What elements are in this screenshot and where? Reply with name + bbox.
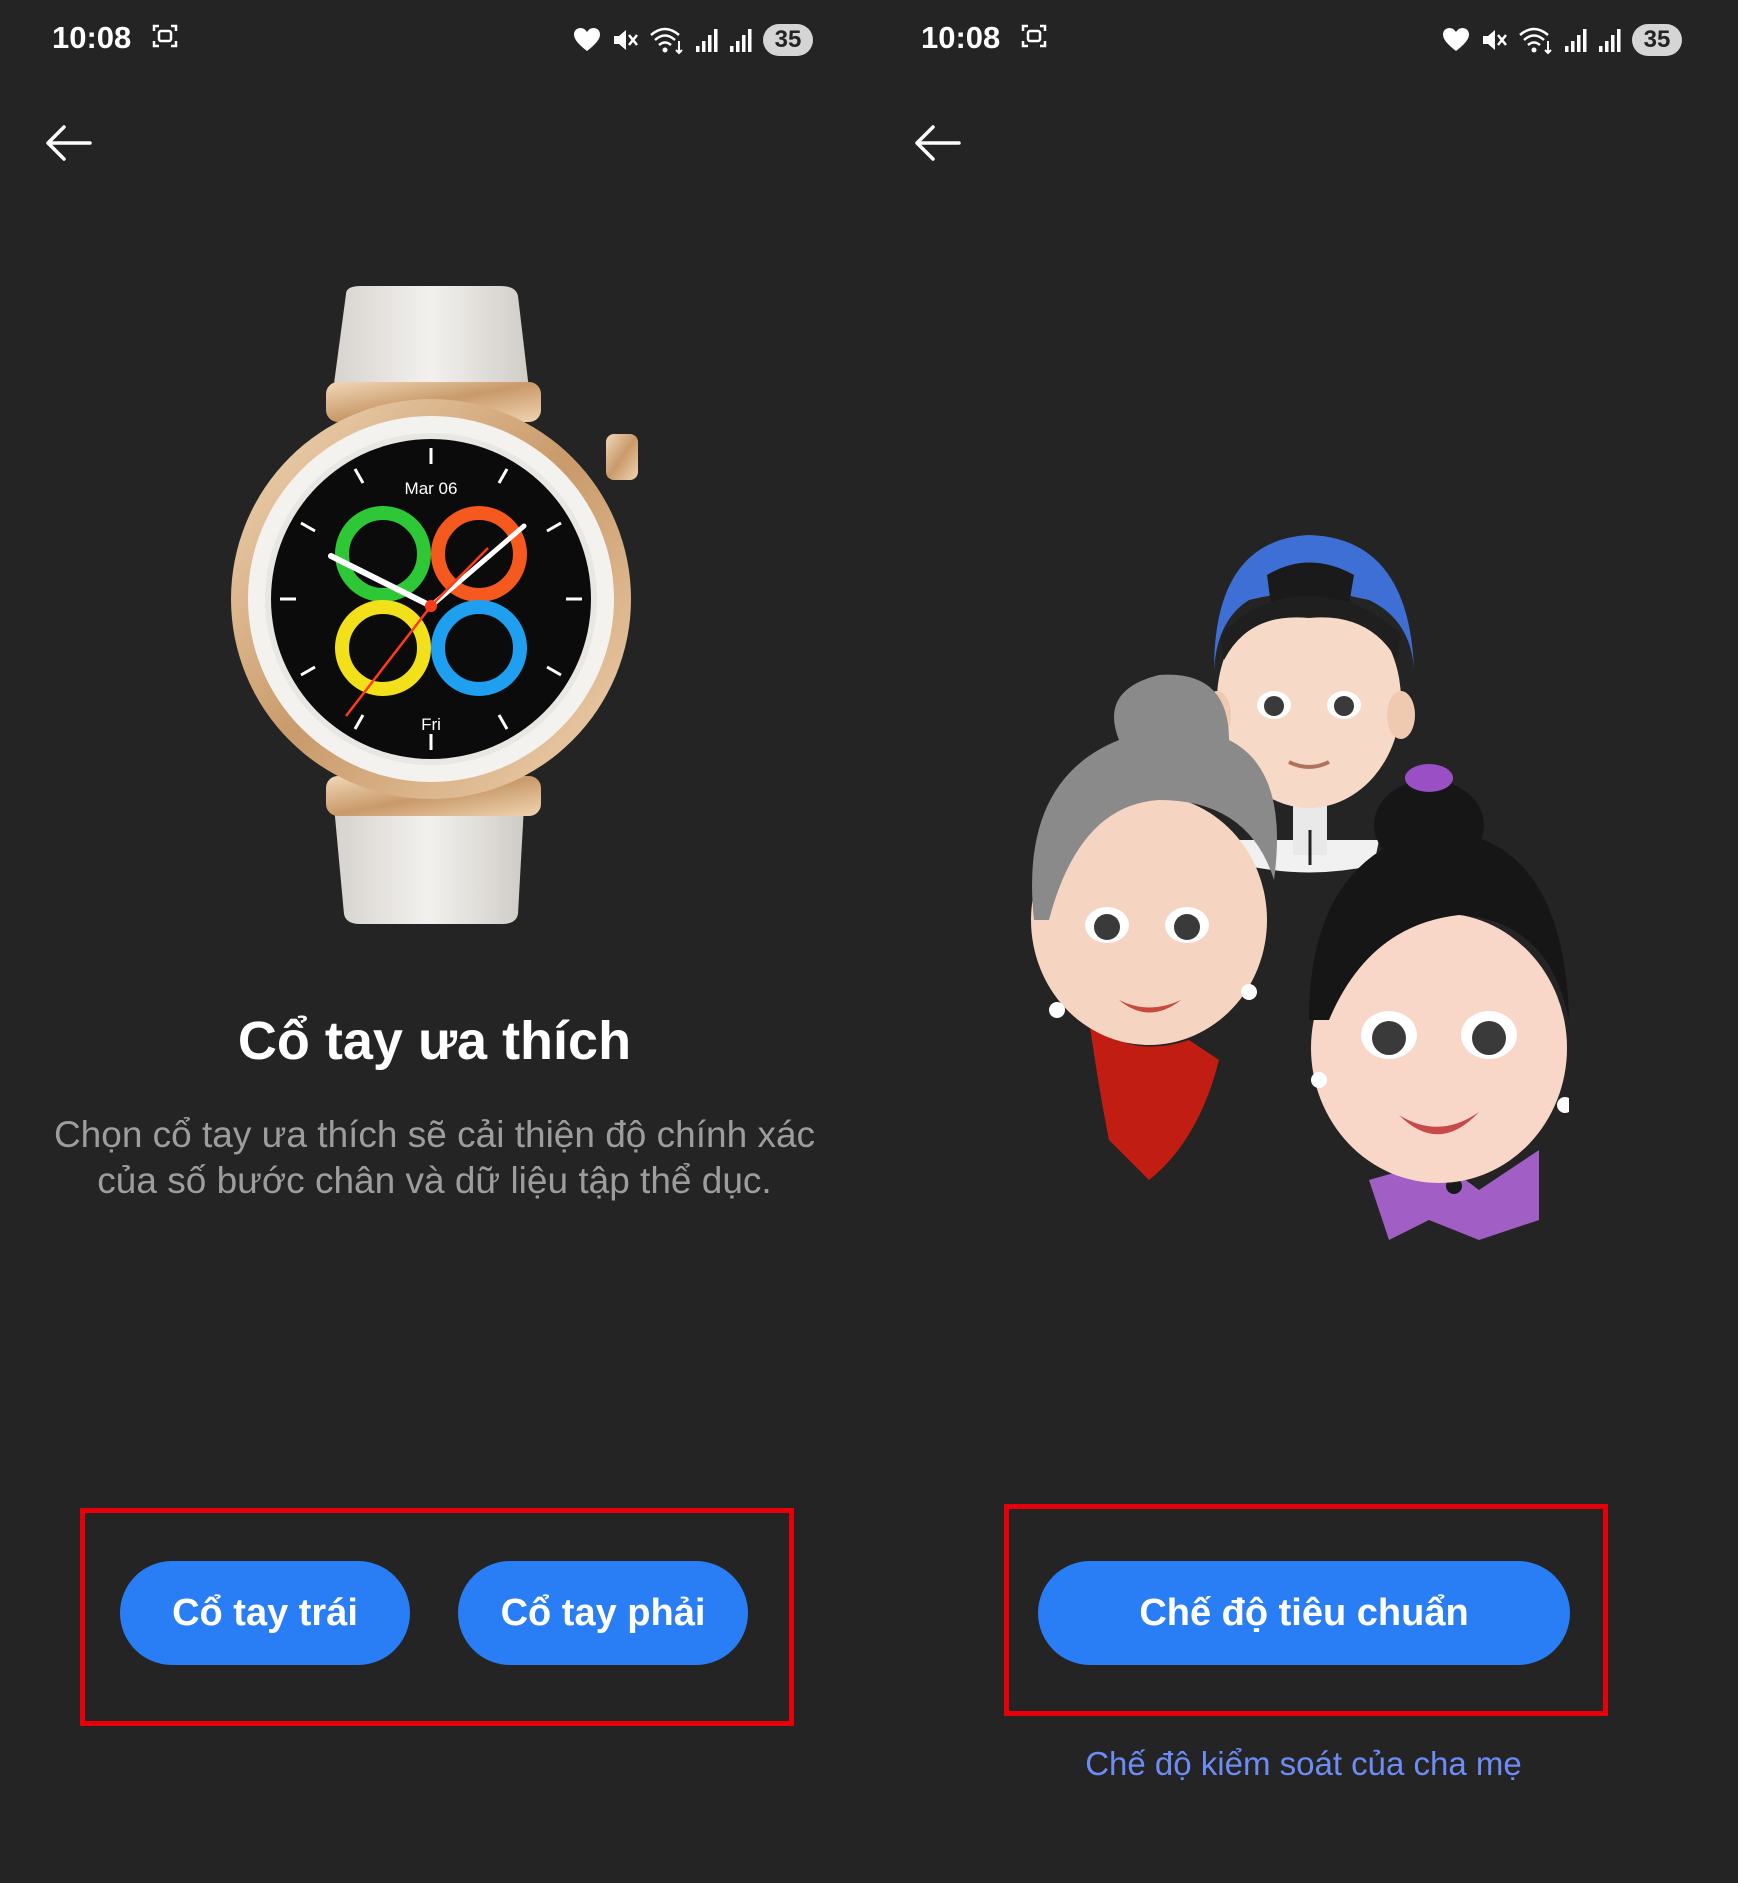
wifi-icon — [1519, 27, 1552, 55]
status-bar: 10:08 35 — [921, 16, 1682, 62]
standard-mode-button[interactable]: Chế độ tiêu chuẩn — [1038, 1561, 1570, 1665]
heart-icon — [1443, 28, 1469, 51]
status-icons: 35 — [573, 22, 813, 58]
wrist-selection-screen: 10:08 35 Mar 06 Fri Cổ tay ưa thích Chọn… — [0, 0, 869, 1883]
girl-avatar — [1309, 764, 1569, 1240]
status-time: 10:08 — [921, 20, 1001, 55]
screenshot-icon — [152, 24, 178, 48]
signal-icon — [1599, 29, 1621, 52]
parental-control-link[interactable]: Chế độ kiểm soát của cha mẹ — [869, 1745, 1738, 1783]
battery-indicator: 35 — [763, 24, 813, 56]
signal-icon — [696, 29, 718, 52]
screenshot-icon — [1021, 24, 1047, 48]
watch-date: Mar 06 — [405, 479, 458, 498]
watch-day: Fri — [421, 715, 441, 734]
heart-icon — [574, 28, 600, 51]
mute-icon — [1483, 30, 1507, 50]
grandma-avatar — [1031, 674, 1277, 1180]
status-bar: 10:08 35 — [52, 16, 813, 62]
signal-icon — [1565, 29, 1587, 52]
battery-indicator: 35 — [1632, 24, 1682, 56]
smartwatch-image: Mar 06 Fri — [231, 286, 638, 924]
signal-icon — [730, 29, 752, 52]
left-wrist-button[interactable]: Cổ tay trái — [120, 1561, 410, 1665]
page-description: Chọn cổ tay ưa thích sẽ cải thiện độ chí… — [53, 1114, 816, 1201]
mute-icon — [614, 30, 638, 50]
status-icons: 35 — [1442, 22, 1682, 58]
mode-selection-screen: 10:08 35 Chế độ tiêu chuẩn Chế độ kiểm s… — [869, 0, 1738, 1883]
family-avatars-image — [1031, 535, 1569, 1240]
back-arrow-icon[interactable] — [913, 124, 961, 162]
back-arrow-icon[interactable] — [44, 124, 92, 162]
wifi-icon — [650, 27, 683, 55]
right-wrist-button[interactable]: Cổ tay phải — [458, 1561, 748, 1665]
status-time: 10:08 — [52, 20, 132, 55]
page-title: Cổ tay ưa thích — [237, 1011, 632, 1071]
